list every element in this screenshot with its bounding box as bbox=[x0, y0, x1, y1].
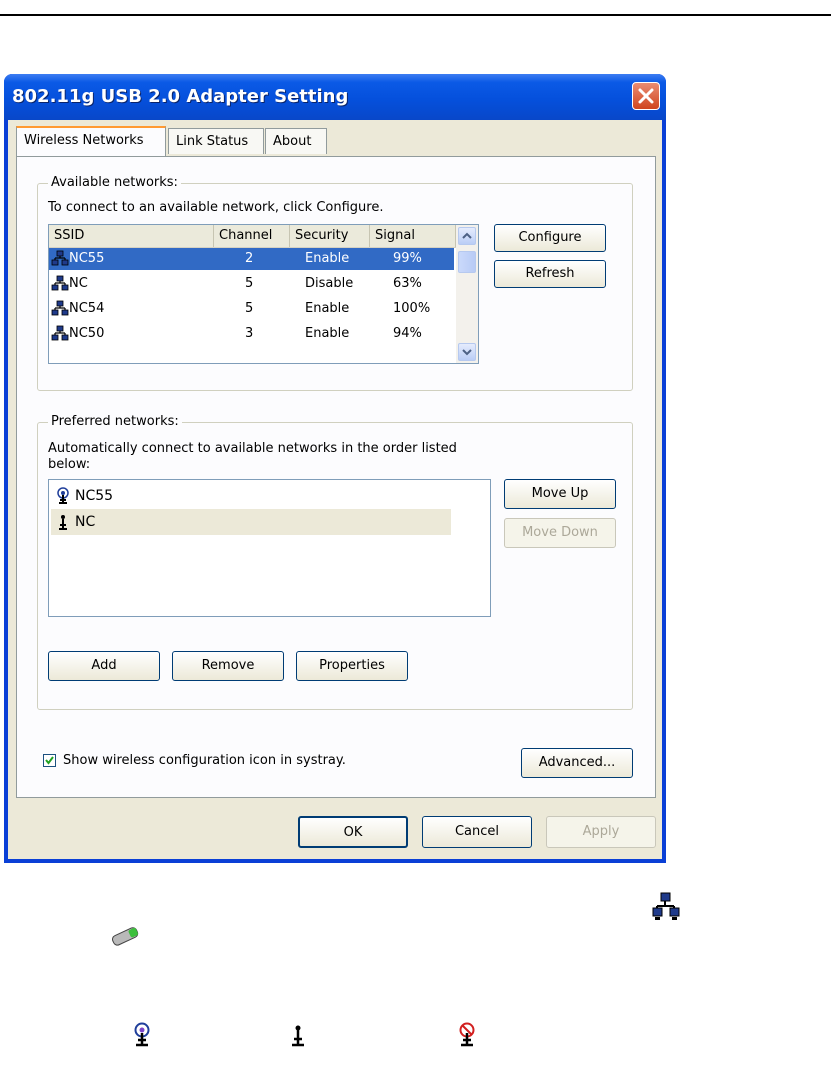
list-scrollbar[interactable] bbox=[456, 225, 478, 363]
scroll-thumb[interactable] bbox=[458, 251, 476, 273]
cell-ssid: NC bbox=[69, 276, 88, 291]
chevron-down-icon bbox=[462, 349, 472, 356]
network-icon bbox=[51, 275, 69, 291]
cell-signal: 94% bbox=[393, 326, 422, 341]
dialog-client: Wireless Networks Link Status About Avai… bbox=[8, 120, 662, 859]
cell-ssid: NC55 bbox=[69, 251, 105, 266]
antenna-connected-icon bbox=[134, 1022, 150, 1047]
cell-ssid: NC54 bbox=[69, 301, 105, 316]
properties-button[interactable]: Properties bbox=[296, 651, 408, 681]
cell-security: Enable bbox=[305, 251, 350, 266]
column-signal[interactable]: Signal bbox=[370, 225, 456, 247]
list-header: SSID Channel Security Signal bbox=[49, 225, 478, 248]
table-row[interactable]: NC55 2 Enable 99% bbox=[49, 248, 454, 270]
header-rule bbox=[0, 14, 831, 16]
cancel-button[interactable]: Cancel bbox=[422, 816, 532, 848]
available-networks-legend: Available networks: bbox=[48, 175, 181, 190]
scroll-up-button[interactable] bbox=[458, 227, 476, 245]
systray-checkbox[interactable] bbox=[43, 754, 56, 767]
column-channel[interactable]: Channel bbox=[214, 225, 290, 247]
table-row[interactable]: NC 5 Disable 63% bbox=[49, 273, 454, 295]
cell-security: Enable bbox=[305, 301, 350, 316]
table-row[interactable]: NC54 5 Enable 100% bbox=[49, 298, 454, 320]
cell-channel: 3 bbox=[245, 326, 254, 341]
network-icon bbox=[51, 250, 69, 266]
antenna-disabled-icon bbox=[459, 1022, 475, 1047]
scroll-down-button[interactable] bbox=[458, 343, 476, 361]
adapter-setting-dialog: 802.11g USB 2.0 Adapter Setting Wireless… bbox=[4, 74, 666, 863]
checkmark-icon bbox=[45, 756, 54, 765]
available-networks-list[interactable]: SSID Channel Security Signal NC55 2 Enable… bbox=[48, 224, 479, 364]
cell-signal: 63% bbox=[393, 276, 422, 291]
cell-ssid: NC50 bbox=[69, 326, 105, 341]
preferred-networks-legend: Preferred networks: bbox=[48, 414, 182, 429]
move-up-button[interactable]: Move Up bbox=[504, 479, 616, 509]
cell-channel: 2 bbox=[245, 251, 254, 266]
add-button[interactable]: Add bbox=[48, 651, 160, 681]
cell-security: Disable bbox=[305, 276, 354, 291]
antenna-connected-icon bbox=[57, 487, 69, 504]
preferred-instruction-line2: below: bbox=[48, 457, 91, 472]
tab-link-status[interactable]: Link Status bbox=[168, 128, 264, 154]
ok-button[interactable]: OK bbox=[298, 816, 408, 848]
close-button[interactable] bbox=[632, 82, 660, 110]
cell-channel: 5 bbox=[245, 301, 254, 316]
cell-channel: 5 bbox=[245, 276, 254, 291]
tab-about[interactable]: About bbox=[265, 128, 327, 154]
antenna-icon bbox=[292, 1025, 304, 1047]
preferred-instruction-line1: Automatically connect to available netwo… bbox=[48, 441, 457, 456]
cell-security: Enable bbox=[305, 326, 350, 341]
column-ssid[interactable]: SSID bbox=[49, 225, 214, 247]
apply-button[interactable]: Apply bbox=[546, 816, 656, 848]
preferred-item-label: NC55 bbox=[75, 488, 114, 504]
close-icon bbox=[638, 88, 654, 104]
network-icon bbox=[51, 300, 69, 316]
available-networks-group: Available networks: To connect to an ava… bbox=[37, 175, 633, 391]
title-bar[interactable]: 802.11g USB 2.0 Adapter Setting bbox=[4, 74, 666, 120]
cell-signal: 99% bbox=[393, 251, 422, 266]
refresh-button[interactable]: Refresh bbox=[494, 260, 606, 288]
table-row[interactable]: NC50 3 Enable 94% bbox=[49, 323, 454, 345]
tab-wireless-networks[interactable]: Wireless Networks bbox=[16, 126, 166, 156]
chevron-up-icon bbox=[462, 232, 472, 239]
list-item[interactable]: NC55 bbox=[51, 483, 451, 509]
configure-button[interactable]: Configure bbox=[494, 224, 606, 252]
preferred-item-label: NC bbox=[75, 514, 96, 530]
cell-signal: 100% bbox=[393, 301, 431, 316]
network-icon bbox=[652, 892, 680, 920]
column-security[interactable]: Security bbox=[290, 225, 370, 247]
list-item[interactable]: NC bbox=[51, 509, 451, 535]
systray-label[interactable]: Show wireless configuration icon in syst… bbox=[63, 753, 346, 768]
advanced-button[interactable]: Advanced... bbox=[521, 748, 633, 778]
network-icon bbox=[51, 325, 69, 341]
move-down-button[interactable]: Move Down bbox=[504, 518, 616, 548]
usb-adapter-icon bbox=[112, 927, 139, 946]
available-instruction: To connect to an available network, clic… bbox=[48, 200, 384, 215]
window-title: 802.11g USB 2.0 Adapter Setting bbox=[12, 86, 349, 107]
preferred-networks-group: Preferred networks: Automatically connec… bbox=[37, 414, 633, 710]
preferred-networks-list[interactable]: NC55 NC bbox=[48, 479, 491, 617]
wireless-networks-panel: Available networks: To connect to an ava… bbox=[16, 156, 656, 798]
antenna-icon bbox=[59, 515, 67, 530]
remove-button[interactable]: Remove bbox=[172, 651, 284, 681]
